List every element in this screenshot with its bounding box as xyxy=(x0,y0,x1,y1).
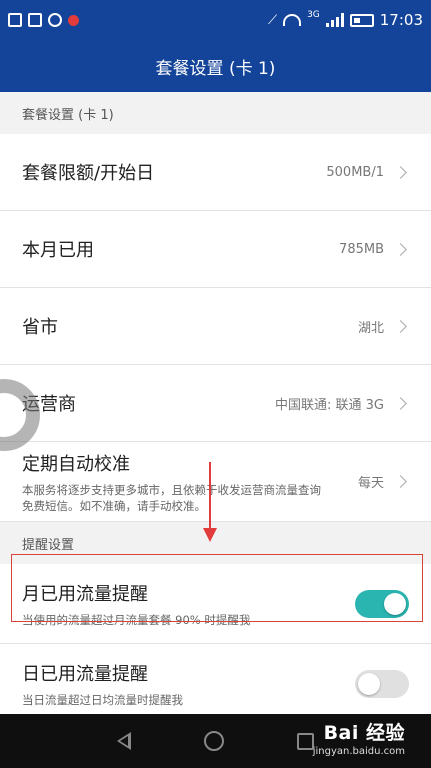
settings-list[interactable]: 套餐设置 (卡 1) 套餐限额/开始日 500MB/1 本月已用 785MB 省… xyxy=(0,92,431,714)
row-subtitle: 当日流量超过日均流量时提醒我 xyxy=(22,692,183,707)
chevron-right-icon xyxy=(394,319,407,333)
row-title: 月已用流量提醒 xyxy=(22,583,148,605)
monthly-reminder-toggle[interactable] xyxy=(355,589,409,618)
status-time: 17:03 xyxy=(379,11,423,29)
row-title: 省市 xyxy=(22,317,58,338)
row-title: 定期自动校准 xyxy=(22,453,130,475)
carrier-row[interactable]: 运营商 中国联通: 联通 3G xyxy=(0,365,431,442)
watermark-logo: Bai 经验 xyxy=(323,722,405,744)
title-bar: 套餐设置 (卡 1) xyxy=(0,40,431,92)
pause-icon xyxy=(48,13,62,27)
toggle-knob xyxy=(384,592,406,615)
daily-reminder-row[interactable]: 日已用流量提醒 当日流量超过日均流量时提醒我 xyxy=(0,644,431,714)
daily-reminder-toggle[interactable] xyxy=(355,669,409,698)
page-title: 套餐设置 (卡 1) xyxy=(155,58,276,79)
province-row[interactable]: 省市 湖北 xyxy=(0,288,431,365)
row-subtitle: 当使用的流量超过月流量套餐 90% 时提醒我 xyxy=(22,612,251,627)
signal-icon xyxy=(325,13,344,27)
row-value: 每天 xyxy=(357,476,384,491)
toggle-knob xyxy=(358,672,380,695)
wifi-icon xyxy=(283,14,302,26)
row-value: 500MB/1 xyxy=(326,164,384,180)
system-icons: ⟋ 3G 17:03 xyxy=(267,10,423,29)
network-type: 3G xyxy=(307,10,320,20)
vibrate-icon: ⟋ xyxy=(267,12,278,28)
watermark: Bai 经验 jingyan.baidu.com xyxy=(313,718,405,757)
home-icon[interactable] xyxy=(203,731,224,751)
battery-icon xyxy=(349,13,374,27)
row-value: 785MB xyxy=(339,241,384,257)
chevron-right-icon xyxy=(394,475,407,488)
back-icon[interactable] xyxy=(116,732,131,750)
auto-calibrate-row[interactable]: 定期自动校准 本服务将逐步支持更多城市，且依赖于收发运营商流量查询免费短信。如不… xyxy=(0,442,431,522)
row-title: 本月已用 xyxy=(22,240,94,261)
section-header-plan: 套餐设置 (卡 1) xyxy=(0,92,431,134)
monthly-used-row[interactable]: 本月已用 785MB xyxy=(0,211,431,288)
plan-limit-row[interactable]: 套餐限额/开始日 500MB/1 xyxy=(0,134,431,211)
chevron-right-icon xyxy=(394,396,407,410)
row-title: 日已用流量提醒 xyxy=(22,663,148,685)
image-icon xyxy=(28,13,42,27)
red-dot-icon xyxy=(68,14,79,26)
battery-saver-icon xyxy=(8,13,22,27)
watermark-url: jingyan.baidu.com xyxy=(312,746,405,757)
monthly-reminder-row[interactable]: 月已用流量提醒 当使用的流量超过月流量套餐 90% 时提醒我 xyxy=(0,564,431,644)
status-bar: ⟋ 3G 17:03 xyxy=(0,0,431,40)
notification-icons xyxy=(8,13,79,27)
chevron-right-icon xyxy=(394,165,407,179)
row-value: 湖北 xyxy=(357,320,384,336)
chevron-right-icon xyxy=(394,242,407,256)
row-subtitle: 本服务将逐步支持更多城市，且依赖于收发运营商流量查询免费短信。如不准确，请手动校… xyxy=(22,482,321,513)
row-value: 中国联通: 联通 3G xyxy=(275,397,384,413)
row-title: 套餐限额/开始日 xyxy=(22,163,155,184)
annotation-arrow xyxy=(203,462,217,542)
row-title: 运营商 xyxy=(22,394,76,415)
